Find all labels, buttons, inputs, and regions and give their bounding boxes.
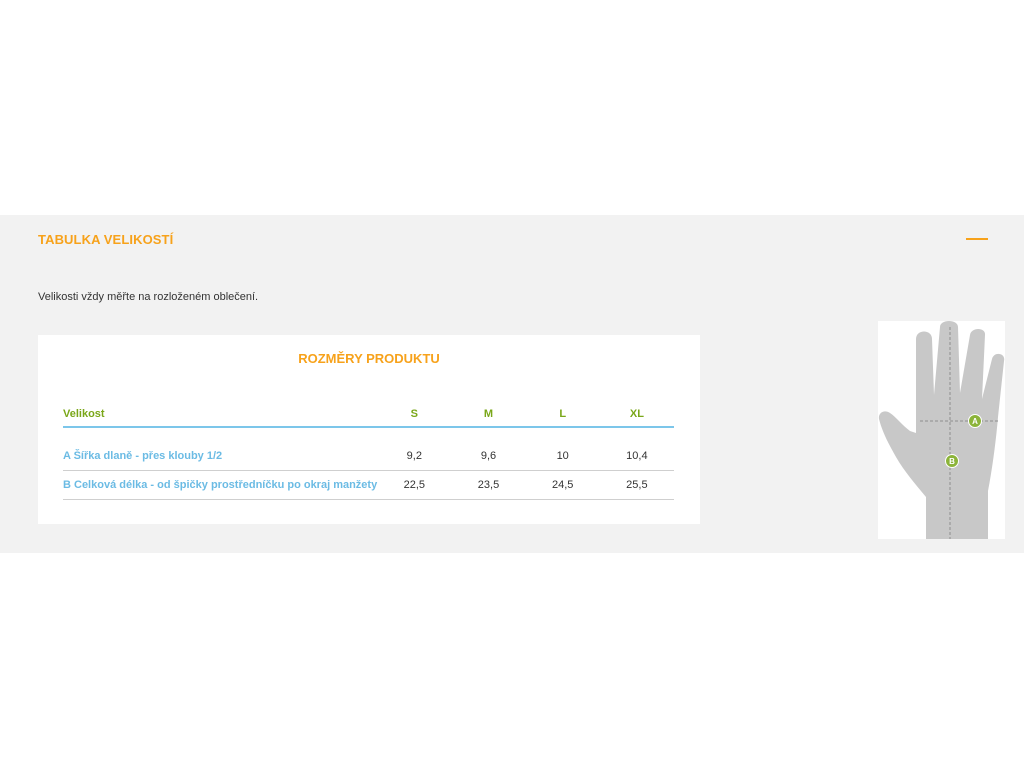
collapse-toggle-button[interactable]	[962, 230, 992, 248]
hand-measurement-icon: A B	[878, 321, 1005, 539]
header-size-label: Velikost	[63, 402, 378, 428]
size-table: Velikost S M L XL A Šířka dlaně - přes k…	[63, 402, 674, 500]
header-size-l: L	[525, 402, 600, 428]
marker-a-label: A	[972, 417, 978, 426]
hand-silhouette	[878, 321, 1005, 539]
product-dimensions-card: ROZMĚRY PRODUKTU Velikost S M L XL A Šíř…	[38, 335, 700, 524]
table-cell: 10,4	[599, 442, 674, 471]
marker-b-label: B	[949, 457, 955, 466]
table-cell: 24,5	[525, 470, 600, 500]
header-size-s: S	[377, 402, 452, 428]
table-cell: 9,6	[451, 442, 526, 471]
table-row: A Šířka dlaně - přes klouby 1/2 9,2 9,6 …	[63, 442, 674, 471]
table-cell: 10	[525, 442, 600, 471]
hand-diagram: A B	[878, 321, 1005, 539]
card-title: ROZMĚRY PRODUKTU	[298, 351, 440, 366]
row-label: A Šířka dlaně - přes klouby 1/2	[63, 442, 378, 471]
minus-icon	[966, 238, 988, 240]
table-cell: 9,2	[377, 442, 452, 471]
table-cell: 23,5	[451, 470, 526, 500]
table-cell: 25,5	[599, 470, 674, 500]
measurement-note: Velikosti vždy měřte na rozloženém obleč…	[38, 291, 259, 303]
header-size-m: M	[451, 402, 526, 428]
table-cell: 22,5	[377, 470, 452, 500]
row-label: B Celková délka - od špičky prostředníčk…	[63, 470, 378, 500]
header-size-xl: XL	[599, 402, 674, 428]
table-header-row: Velikost S M L XL	[63, 402, 674, 428]
table-row: B Celková délka - od špičky prostředníčk…	[63, 470, 674, 500]
table-spacer	[63, 427, 674, 442]
section-title: TABULKA VELIKOSTÍ	[38, 232, 174, 247]
